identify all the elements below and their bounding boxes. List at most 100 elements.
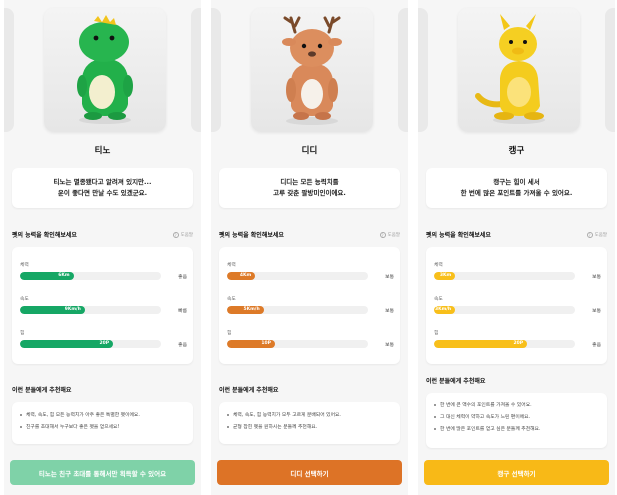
next-pet-card[interactable]	[605, 8, 615, 132]
pet-description: 디디는 모든 능력치를 고루 갖춘 팔방미인이에요.	[219, 168, 400, 208]
help-link[interactable]: ? 도움말	[586, 231, 607, 238]
prev-pet-card[interactable]	[211, 8, 221, 132]
didi-figure-image	[282, 16, 342, 125]
pet-description-line: 고루 갖춘 팔방미인이에요.	[273, 189, 346, 197]
pet-description: 캥구는 힘이 세서 한 번에 많은 포인트를 가져올 수 있어요.	[426, 168, 607, 208]
pet-card-didi[interactable]	[251, 8, 373, 132]
stat-title: 펫의 능력을 확인해보세요	[219, 232, 284, 239]
bullet-icon	[434, 403, 436, 406]
stat-bar-track: 5Km/h	[227, 306, 368, 314]
stat-power: 힘 20P 좋음	[20, 329, 187, 351]
stat-label: 힘	[434, 331, 439, 336]
pet-carousel[interactable]	[211, 0, 408, 140]
recommend-title: 이런 분들에게 추천해요	[12, 387, 72, 394]
stat-label: 힘	[227, 331, 232, 336]
stat-bar-fill: 4Km	[227, 272, 256, 280]
stat-value: 5Km/h	[243, 307, 260, 312]
stat-bar-track: 20P	[20, 340, 161, 348]
stat-header: 펫의 능력을 확인해보세요 ? 도움말	[12, 230, 193, 239]
stat-label: 속도	[434, 297, 443, 302]
stat-bar-track: 3Km/h	[434, 306, 575, 314]
stat-stamina: 체력 4Km 보통	[227, 261, 394, 283]
question-icon: ?	[379, 231, 386, 238]
recommend-text: 친구를 초대해서 누구보다 좋은 펫을 얻으세요!	[26, 425, 120, 430]
stat-label: 체력	[434, 263, 443, 268]
bullet-icon	[434, 415, 436, 418]
stat-bar-track: 4Km	[227, 272, 368, 280]
stat-grade: 좋음	[178, 275, 187, 280]
prev-pet-card[interactable]	[418, 8, 428, 132]
stat-bar-fill: 20P	[20, 340, 114, 348]
recommend-item: 체력, 속도, 힘 모든 능력치가 아주 좋은 특별한 펫이에요.	[20, 410, 185, 422]
stat-bar-fill: 3Km	[434, 272, 456, 280]
recommend-title: 이런 분들에게 추천해요	[219, 387, 279, 394]
recommend-text: 체력, 속도, 힘 능력치가 모두 고르게 분배되어 있어요.	[233, 413, 341, 418]
stat-grade: 좋음	[592, 343, 601, 348]
pet-description-line: 캥구는 힘이 세서	[493, 178, 540, 186]
select-pet-button[interactable]: 디디 선택하기	[217, 460, 402, 485]
stat-speed: 속도 9Km/h 빠름	[20, 295, 187, 317]
pet-carousel[interactable]	[418, 0, 615, 140]
pet-description-line: 티노는 멸종됐다고 알려져 있지만...	[53, 178, 152, 186]
stat-grade: 보통	[592, 309, 601, 314]
help-label: 도움말	[387, 232, 400, 238]
stat-bar-track: 3Km	[434, 272, 575, 280]
stat-grade: 보통	[592, 275, 601, 280]
stat-label: 속도	[20, 297, 29, 302]
stat-label: 체력	[20, 263, 29, 268]
stat-value: 9Km/h	[64, 307, 81, 312]
help-link[interactable]: ? 도움말	[379, 231, 400, 238]
tino-figure-image	[77, 15, 133, 124]
stat-bar-track: 9Km/h	[20, 306, 161, 314]
stat-header: 펫의 능력을 확인해보세요 ? 도움말	[426, 230, 607, 239]
pet-name: 캥구	[508, 146, 525, 156]
recommend-text: 한 번에 큰 액수의 포인트를 가져올 수 있어요.	[440, 403, 532, 408]
recommend-title: 이런 분들에게 추천해요	[426, 378, 486, 385]
stat-bar-fill: 3Km/h	[434, 306, 456, 314]
recommend-text: 체력, 속도, 힘 모든 능력치가 아주 좋은 특별한 펫이에요.	[26, 413, 140, 418]
stat-bar-fill: 6Km	[20, 272, 74, 280]
recommend-text: 균형 잡힌 펫을 원하시는 분들께 추천해요.	[233, 425, 318, 430]
select-pet-button[interactable]: 캥구 선택하기	[424, 460, 609, 485]
stat-value: 20P	[513, 341, 524, 346]
bullet-icon	[20, 425, 22, 428]
stat-label: 체력	[227, 263, 236, 268]
pet-screen-didi: 디디 디디는 모든 능력치를 고루 갖춘 팔방미인이에요. 펫의 능력을 확인해…	[211, 0, 408, 495]
pet-description-line: 디디는 모든 능력치를	[280, 178, 339, 186]
next-pet-card[interactable]	[398, 8, 408, 132]
pet-name: 디디	[301, 146, 318, 156]
next-pet-card[interactable]	[191, 8, 201, 132]
pet-card-tino[interactable]	[44, 8, 166, 132]
prev-pet-card[interactable]	[4, 8, 14, 132]
pet-screen-tino: 티노 티노는 멸종됐다고 알려져 있지만... 운이 좋다면 만날 수도 있겠군…	[4, 0, 201, 495]
help-label: 도움말	[180, 232, 193, 238]
stat-grade: 보통	[385, 309, 394, 314]
pet-carousel[interactable]	[4, 0, 201, 140]
recommend-item: 한 번에 많은 포인트를 얻고 싶은 분들께 추천해요.	[434, 424, 599, 436]
stat-bar-fill: 5Km/h	[227, 306, 264, 314]
pet-description-line: 운이 좋다면 만날 수도 있겠군요.	[57, 189, 148, 197]
stat-grade: 보통	[385, 275, 394, 280]
stat-label: 속도	[227, 297, 236, 302]
pet-card-kanggu[interactable]	[458, 8, 580, 132]
select-pet-button[interactable]: 티노는 친구 초대를 통해서만 획득할 수 있어요	[10, 460, 195, 485]
stat-bar-fill: 10P	[227, 340, 275, 348]
recommend-item: 친구를 초대해서 누구보다 좋은 펫을 얻으세요!	[20, 422, 185, 434]
pet-name: 티노	[94, 146, 111, 156]
recommend-card: 체력, 속도, 힘 모든 능력치가 아주 좋은 특별한 펫이에요. 친구를 초대…	[12, 402, 193, 444]
recommend-text: 그 대신 체력이 약하고 속도가 느린 편이에요.	[440, 415, 531, 420]
stat-card: 체력 6Km 좋음 속도 9Km/h 빠름 힘 20P 좋음	[12, 247, 193, 364]
recommend-item: 그 대신 체력이 약하고 속도가 느린 편이에요.	[434, 412, 599, 424]
stat-card: 체력 3Km 보통 속도 3Km/h 보통 힘 20P 좋음	[426, 247, 607, 364]
stat-bar-track: 10P	[227, 340, 368, 348]
stat-value: 3Km	[439, 273, 452, 278]
pet-description-line: 한 번에 많은 포인트를 가져올 수 있어요.	[460, 189, 573, 197]
recommend-text: 한 번에 많은 포인트를 얻고 싶은 분들께 추천해요.	[440, 427, 541, 432]
stat-grade: 좋음	[178, 343, 187, 348]
stat-speed: 속도 3Km/h 보통	[434, 295, 601, 317]
pet-screen-kanggu: 캥구 캥구는 힘이 세서 한 번에 많은 포인트를 가져올 수 있어요. 펫의 …	[418, 0, 615, 495]
recommend-item: 체력, 속도, 힘 능력치가 모두 고르게 분배되어 있어요.	[227, 410, 392, 422]
help-link[interactable]: ? 도움말	[172, 231, 193, 238]
stat-power: 힘 10P 보통	[227, 329, 394, 351]
stat-grade: 보통	[385, 343, 394, 348]
